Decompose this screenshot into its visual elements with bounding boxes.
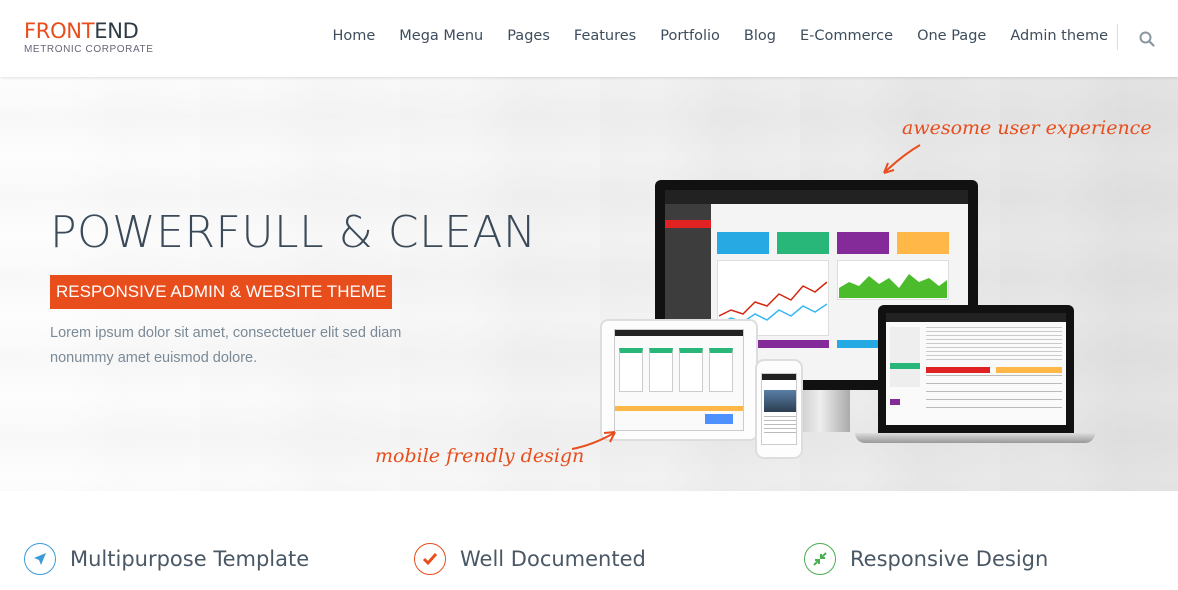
hero-section: POWERFULL & CLEAN RESPONSIVE ADMIN & WEB… bbox=[0, 77, 1178, 491]
logo-end: END bbox=[94, 19, 139, 43]
arrow-icon bbox=[883, 144, 921, 174]
nav-item-admin-theme[interactable]: Admin theme bbox=[1010, 28, 1108, 44]
tablet-device bbox=[600, 319, 758, 441]
laptop-device bbox=[878, 305, 1074, 433]
laptop-base bbox=[855, 433, 1095, 443]
nav-item-e-commerce[interactable]: E-Commerce bbox=[800, 28, 893, 44]
annotation-user-experience: awesome user experience bbox=[902, 117, 1152, 139]
logo[interactable]: FRONTEND METRONIC CORPORATE bbox=[24, 20, 154, 55]
feature-multipurpose: Multipurpose Template bbox=[24, 543, 309, 575]
feature-label: Multipurpose Template bbox=[70, 547, 310, 571]
logo-wordmark: FRONTEND bbox=[24, 20, 154, 42]
feature-responsive: Responsive Design bbox=[804, 543, 1048, 575]
compress-icon bbox=[804, 543, 836, 575]
feature-label: Well Documented bbox=[460, 547, 646, 571]
paper-plane-icon bbox=[24, 543, 56, 575]
feature-label: Responsive Design bbox=[850, 547, 1049, 571]
tablet-screen bbox=[614, 329, 744, 431]
feature-documented: Well Documented bbox=[414, 543, 646, 575]
nav-item-one-page[interactable]: One Page bbox=[917, 28, 986, 44]
hero-description: Lorem ipsum dolor sit amet, consectetuer… bbox=[50, 325, 402, 366]
phone-screen bbox=[761, 373, 797, 445]
phone-device bbox=[755, 359, 803, 459]
logo-front: FRONT bbox=[24, 19, 95, 43]
nav-item-features[interactable]: Features bbox=[574, 28, 636, 44]
laptop-screen bbox=[886, 313, 1066, 425]
nav-item-pages[interactable]: Pages bbox=[507, 28, 550, 44]
nav-item-blog[interactable]: Blog bbox=[744, 28, 776, 44]
arrow-icon bbox=[571, 431, 616, 450]
hero-badge: RESPONSIVE ADMIN & WEBSITE THEME bbox=[50, 275, 393, 309]
main-nav: Home Mega Menu Pages Features Portfolio … bbox=[308, 28, 1108, 44]
site-header: FRONTEND METRONIC CORPORATE Home Mega Me… bbox=[0, 0, 1178, 77]
annotation-mobile-design: mobile frendly design bbox=[375, 445, 585, 467]
logo-subtitle: METRONIC CORPORATE bbox=[24, 44, 154, 55]
features-section: Multipurpose Template Well Documented Re… bbox=[0, 491, 1178, 590]
check-icon bbox=[414, 543, 446, 575]
nav-item-mega-menu[interactable]: Mega Menu bbox=[399, 28, 483, 44]
nav-item-portfolio[interactable]: Portfolio bbox=[660, 28, 720, 44]
nav-item-home[interactable]: Home bbox=[332, 28, 375, 44]
search-icon[interactable] bbox=[1138, 30, 1156, 48]
nav-divider bbox=[1117, 24, 1118, 50]
hero-title: POWERFULL & CLEAN bbox=[50, 207, 537, 258]
